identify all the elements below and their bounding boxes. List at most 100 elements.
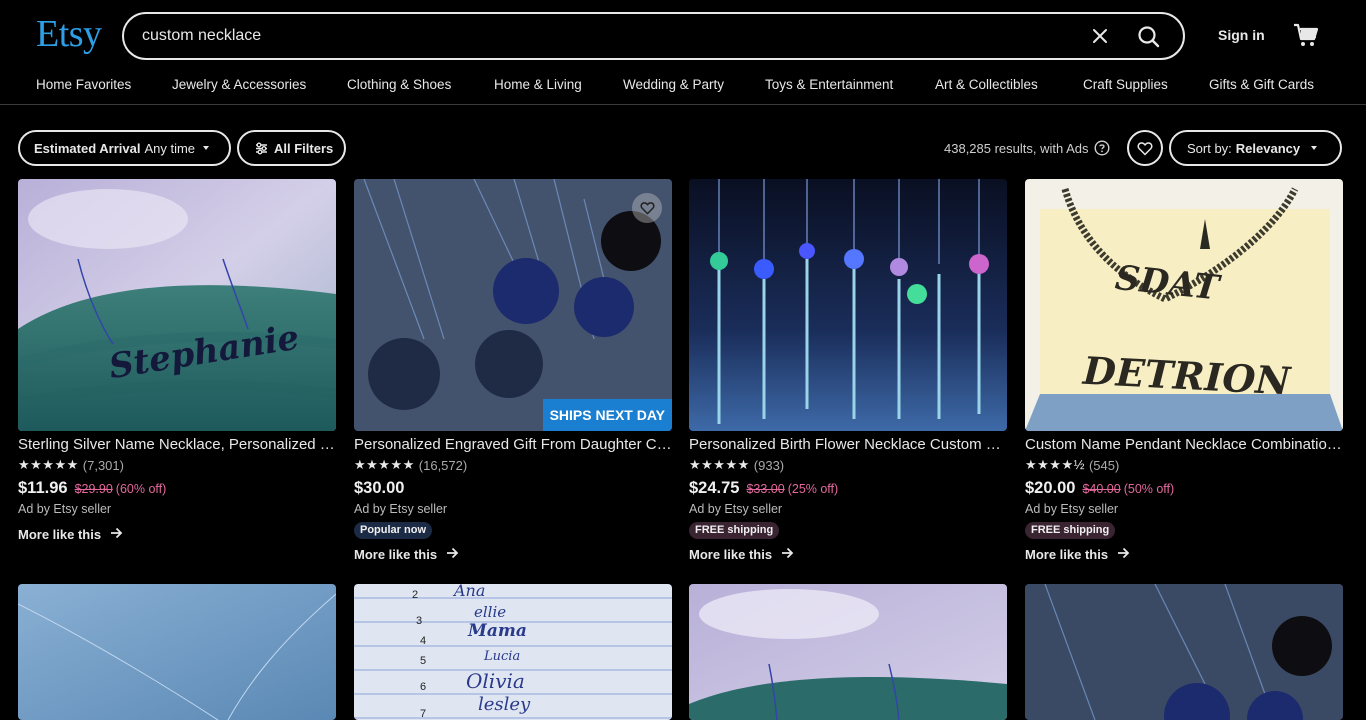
- search-icon[interactable]: [1134, 22, 1164, 52]
- free-shipping-badge: FREE shipping: [1025, 522, 1116, 539]
- listing-title[interactable]: Sterling Silver Name Necklace, Personali…: [18, 436, 336, 454]
- listing-card[interactable]: [689, 584, 1007, 720]
- discount: (60% off): [115, 482, 167, 496]
- star-rating: ★★★★½: [1025, 457, 1085, 472]
- sample-number: 2: [412, 589, 418, 601]
- category-nav: Home Favorites Jewelry & Accessories Clo…: [0, 72, 1366, 105]
- listing-image[interactable]: [1025, 584, 1343, 720]
- close-icon[interactable]: [1089, 25, 1111, 47]
- nav-item-art-collectibles[interactable]: Art & Collectibles: [935, 77, 1038, 92]
- review-count: (7,301): [82, 457, 124, 473]
- listing-card[interactable]: [1025, 584, 1343, 720]
- listing-image[interactable]: SHIPS NEXT DAY: [354, 179, 672, 431]
- sample-name: ellie: [474, 603, 506, 621]
- heart-icon: [639, 201, 655, 215]
- favorite-search-button[interactable]: [1127, 130, 1163, 166]
- header: Etsy custom necklace Sign in: [0, 0, 1366, 72]
- listing-title[interactable]: Personalized Birth Flower Necklace Custo…: [689, 436, 1007, 454]
- seller-label: Ad by Etsy seller: [689, 502, 783, 516]
- listing-title[interactable]: Personalized Engraved Gift From Daughter…: [354, 436, 672, 454]
- listing-title[interactable]: Custom Name Pendant Necklace Combinatio…: [1025, 436, 1343, 454]
- arrival-label: Estimated Arrival: [34, 140, 141, 156]
- review-count: (16,572): [418, 457, 468, 473]
- listing-card[interactable]: SDAT DETRION Custom Name Pendant Necklac…: [1025, 179, 1343, 562]
- sort-dropdown[interactable]: Sort by: Relevancy: [1169, 130, 1342, 166]
- sort-label: Sort by:: [1187, 140, 1232, 156]
- nav-item-craft-supplies[interactable]: Craft Supplies: [1083, 77, 1168, 92]
- arrival-value: Any time: [144, 140, 196, 156]
- more-like-this-link[interactable]: More like this: [1025, 547, 1343, 562]
- sign-in-link[interactable]: Sign in: [1218, 27, 1265, 43]
- results-count: 438,285 results, with Ads: [944, 140, 1110, 156]
- more-like-this-link[interactable]: More like this: [18, 527, 336, 542]
- original-price: $29.90: [74, 482, 113, 496]
- sale-price: $30.00: [354, 479, 405, 497]
- caret-down-icon: [203, 146, 210, 150]
- rating: ★★★★½ (545): [1025, 457, 1343, 473]
- rating: ★★★★★ (16,572): [354, 457, 672, 473]
- more-like-this-label: More like this: [1025, 547, 1109, 562]
- sample-number: 3: [416, 615, 422, 627]
- listing-image[interactable]: [689, 584, 1007, 720]
- price-row: $24.75 $33.00 (25% off): [689, 479, 1007, 499]
- sample-name: lesley: [478, 694, 531, 715]
- more-like-this-link[interactable]: More like this: [689, 547, 1007, 562]
- all-filters-button[interactable]: All Filters: [237, 130, 346, 166]
- nav-item-home-favorites[interactable]: Home Favorites: [36, 77, 131, 92]
- rating: ★★★★★ (7,301): [18, 457, 336, 473]
- listing-image[interactable]: Stephanie: [18, 179, 336, 431]
- search-bar[interactable]: custom necklace: [122, 12, 1185, 60]
- caret-down-icon: [1311, 146, 1318, 150]
- favorite-button[interactable]: [632, 193, 662, 223]
- more-like-this-label: More like this: [354, 547, 438, 562]
- popular-now-badge: Popular now: [354, 522, 432, 539]
- listing-card[interactable]: 2 3 4 5 6 7 Ana ellie Mama Lucia Olivia …: [354, 584, 672, 720]
- search-input[interactable]: custom necklace: [142, 27, 261, 45]
- original-price: $33.00: [746, 482, 785, 496]
- discount: (50% off): [1123, 482, 1175, 496]
- ships-next-day-badge: SHIPS NEXT DAY: [542, 399, 672, 431]
- sample-name: Lucia: [483, 649, 520, 664]
- arrow-right-icon: [781, 547, 794, 562]
- more-like-this-label: More like this: [18, 527, 102, 542]
- review-count: (545): [1088, 457, 1120, 473]
- nav-item-gifts-gift-cards[interactable]: Gifts & Gift Cards: [1209, 77, 1314, 92]
- listing-image[interactable]: 2 3 4 5 6 7 Ana ellie Mama Lucia Olivia …: [354, 584, 672, 720]
- nav-item-toys-entertainment[interactable]: Toys & Entertainment: [765, 77, 893, 92]
- listing-card[interactable]: SHIPS NEXT DAY Personalized Engraved Gif…: [354, 179, 672, 562]
- sample-number: 4: [420, 635, 426, 647]
- nav-item-jewelry-accessories[interactable]: Jewelry & Accessories: [172, 77, 306, 92]
- arrow-right-icon: [446, 547, 459, 562]
- sale-price: $11.96: [18, 479, 68, 497]
- price-row: $11.96 $29.90 (60% off): [18, 479, 336, 499]
- listing-card[interactable]: [18, 584, 336, 720]
- nav-item-clothing-shoes[interactable]: Clothing & Shoes: [347, 77, 451, 92]
- star-rating: ★★★★★: [18, 457, 79, 472]
- listing-image[interactable]: SDAT DETRION: [1025, 179, 1343, 431]
- free-shipping-badge: FREE shipping: [689, 522, 780, 539]
- filter-sliders-icon: [255, 142, 268, 155]
- sample-name: Mama: [467, 621, 527, 641]
- cart-icon[interactable]: [1292, 22, 1320, 48]
- price-row: $30.00: [354, 479, 672, 499]
- price-row: $20.00 $40.00 (50% off): [1025, 479, 1343, 499]
- etsy-logo[interactable]: Etsy: [36, 12, 102, 56]
- listing-image[interactable]: [689, 179, 1007, 431]
- arrow-right-icon: [110, 527, 123, 542]
- all-filters-label: All Filters: [274, 140, 334, 156]
- listing-image[interactable]: [18, 584, 336, 720]
- estimated-arrival-dropdown[interactable]: Estimated Arrival Any time: [18, 130, 231, 166]
- more-like-this-link[interactable]: More like this: [354, 547, 672, 562]
- listing-card[interactable]: Stephanie Sterling Silver Name Necklace,…: [18, 179, 336, 542]
- star-rating: ★★★★★: [354, 457, 415, 472]
- heart-icon: [1137, 141, 1153, 156]
- nav-item-wedding-party[interactable]: Wedding & Party: [623, 77, 724, 92]
- listing-card[interactable]: Personalized Birth Flower Necklace Custo…: [689, 179, 1007, 562]
- nav-item-home-living[interactable]: Home & Living: [494, 77, 582, 92]
- sale-price: $24.75: [689, 479, 740, 497]
- help-circle-icon[interactable]: [1094, 140, 1110, 156]
- original-price: $40.00: [1082, 482, 1121, 496]
- sort-value: Relevancy: [1235, 140, 1301, 156]
- sample-number: 7: [420, 708, 426, 720]
- sample-number: 6: [420, 681, 426, 693]
